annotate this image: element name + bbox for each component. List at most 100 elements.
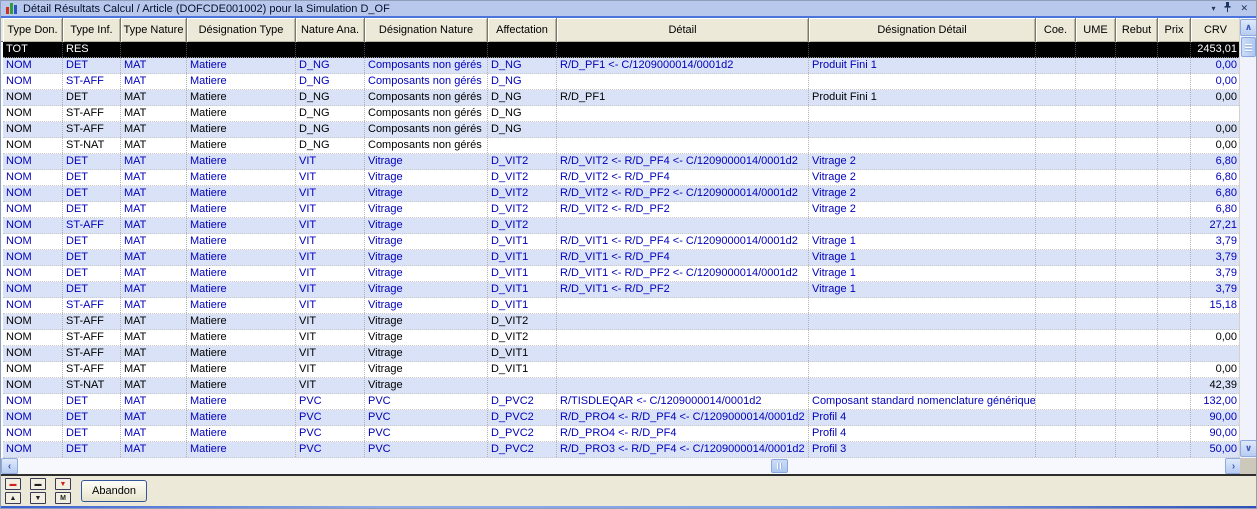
column-header-d-signation-nature[interactable]: Désignation Nature bbox=[365, 18, 488, 42]
scroll-down-icon[interactable]: ∨ bbox=[1240, 440, 1257, 457]
horizontal-scrollbar[interactable]: ‹ › bbox=[1, 458, 1242, 474]
table-cell bbox=[1076, 74, 1116, 89]
table-row[interactable]: NOMDETMATMatiereVITVitrageD_VIT1R/D_VIT1… bbox=[3, 250, 1241, 266]
table-row[interactable]: NOMDETMATMatiereVITVitrageD_VIT2R/D_VIT2… bbox=[3, 202, 1241, 218]
nav-red-bar-button[interactable]: ▬ bbox=[5, 478, 21, 490]
table-row[interactable]: NOMST-AFFMATMatiereVITVitrageD_VIT10,00 bbox=[3, 362, 1241, 378]
column-header-nature-ana[interactable]: Nature Ana. bbox=[296, 18, 365, 42]
table-cell bbox=[1158, 266, 1191, 281]
nav-red-down-button[interactable]: ▼ bbox=[55, 478, 71, 490]
column-header-d-tail[interactable]: Détail bbox=[557, 18, 809, 42]
table-cell: Vitrage bbox=[365, 154, 488, 169]
vertical-scroll-thumb[interactable] bbox=[1241, 37, 1256, 57]
table-cell: D_VIT2 bbox=[488, 218, 557, 233]
chevron-down-icon[interactable]: ▾ bbox=[1211, 4, 1215, 13]
table-cell: 42,39 bbox=[1191, 378, 1241, 393]
table-row[interactable]: NOMDETMATMatiereVITVitrageD_VIT1R/D_VIT1… bbox=[3, 234, 1241, 250]
table-cell: Composants non gérés bbox=[365, 90, 488, 105]
table-cell: MAT bbox=[121, 154, 187, 169]
pin-icon[interactable] bbox=[1223, 2, 1232, 15]
column-header-coe[interactable]: Coe. bbox=[1036, 18, 1076, 42]
table-cell: R/TISDLEQAR <- C/1209000014/0001d2 bbox=[557, 394, 809, 409]
table-row[interactable]: NOMST-AFFMATMatiereVITVitrageD_VIT20,00 bbox=[3, 330, 1241, 346]
table-cell: VIT bbox=[296, 170, 365, 185]
table-cell: D_PVC2 bbox=[488, 426, 557, 441]
table-row[interactable]: NOMDETMATMatierePVCPVCD_PVC2R/D_PRO3 <- … bbox=[3, 442, 1241, 458]
table-cell bbox=[1076, 378, 1116, 393]
table-cell: Vitrage 2 bbox=[809, 170, 1036, 185]
column-header-type-nature[interactable]: Type Nature bbox=[121, 18, 187, 42]
table-row[interactable]: NOMST-AFFMATMatiereVITVitrageD_VIT1 bbox=[3, 346, 1241, 362]
table-cell: MAT bbox=[121, 314, 187, 329]
column-header-rebut[interactable]: Rebut bbox=[1116, 18, 1158, 42]
table-cell: PVC bbox=[365, 442, 488, 457]
table-cell: ST-AFF bbox=[63, 106, 121, 121]
table-cell: NOM bbox=[3, 138, 63, 153]
table-row[interactable]: NOMST-NATMATMatiereD_NGComposants non gé… bbox=[3, 138, 1241, 154]
table-cell: ST-AFF bbox=[63, 330, 121, 345]
table-cell: DET bbox=[63, 410, 121, 425]
scroll-up-icon[interactable]: ∧ bbox=[1240, 19, 1257, 36]
table-row[interactable]: NOMST-AFFMATMatiereD_NGComposants non gé… bbox=[3, 74, 1241, 90]
table-cell: DET bbox=[63, 426, 121, 441]
nav-m-button[interactable]: M bbox=[55, 492, 71, 504]
table-cell bbox=[1076, 170, 1116, 185]
table-row[interactable]: NOMST-AFFMATMatiereVITVitrageD_VIT115,18 bbox=[3, 298, 1241, 314]
table-row[interactable]: NOMDETMATMatiereD_NGComposants non gérés… bbox=[3, 58, 1241, 74]
column-header-crv[interactable]: CRV bbox=[1191, 18, 1241, 42]
column-header-type-inf[interactable]: Type Inf. bbox=[63, 18, 121, 42]
table-row[interactable]: NOMDETMATMatiereVITVitrageD_VIT2R/D_VIT2… bbox=[3, 186, 1241, 202]
table-cell: Matiere bbox=[187, 58, 296, 73]
vertical-scrollbar[interactable]: ∧ ∨ bbox=[1239, 18, 1256, 458]
table-cell: DET bbox=[63, 90, 121, 105]
table-cell: MAT bbox=[121, 218, 187, 233]
nav-up-icon: ▲ bbox=[10, 495, 17, 502]
nav-down-button[interactable]: ▼ bbox=[30, 492, 46, 504]
table-row[interactable]: NOMDETMATMatiereVITVitrageD_VIT1R/D_VIT1… bbox=[3, 282, 1241, 298]
table-cell: 0,00 bbox=[1191, 58, 1241, 73]
close-icon[interactable]: ✕ bbox=[1240, 4, 1248, 13]
column-header-d-signation-d-tail[interactable]: Désignation Détail bbox=[809, 18, 1036, 42]
column-header-affectation[interactable]: Affectation bbox=[488, 18, 557, 42]
table-row[interactable]: NOMDETMATMatierePVCPVCD_PVC2R/D_PRO4 <- … bbox=[3, 410, 1241, 426]
table-row[interactable]: NOMST-NATMATMatiereVITVitrage42,39 bbox=[3, 378, 1241, 394]
nav-up-button[interactable]: ▲ bbox=[5, 492, 21, 504]
table-row[interactable]: NOMDETMATMatiereD_NGComposants non gérés… bbox=[3, 90, 1241, 106]
table-cell bbox=[1158, 426, 1191, 441]
table-cell: MAT bbox=[121, 442, 187, 457]
table-cell bbox=[1036, 218, 1076, 233]
table-row-selected[interactable]: TOTRES2453,01 bbox=[3, 42, 1241, 58]
table-row[interactable]: NOMDETMATMatierePVCPVCD_PVC2R/D_PRO4 <- … bbox=[3, 426, 1241, 442]
column-header-d-signation-type[interactable]: Désignation Type bbox=[187, 18, 296, 42]
scroll-left-icon[interactable]: ‹ bbox=[1, 458, 18, 474]
table-cell bbox=[809, 74, 1036, 89]
table-cell bbox=[1036, 202, 1076, 217]
abandon-button[interactable]: Abandon bbox=[81, 480, 147, 502]
column-header-ume[interactable]: UME bbox=[1076, 18, 1116, 42]
nav-black-bar-button[interactable]: ▬ bbox=[30, 478, 46, 490]
table-row[interactable]: NOMST-AFFMATMatiereVITVitrageD_VIT2 bbox=[3, 314, 1241, 330]
table-cell bbox=[1036, 266, 1076, 281]
table-cell: MAT bbox=[121, 170, 187, 185]
table-cell: TOT bbox=[3, 42, 63, 57]
table-cell bbox=[1116, 426, 1158, 441]
scrollbar-corner bbox=[1240, 458, 1256, 474]
table-cell bbox=[1036, 250, 1076, 265]
table-row[interactable]: NOMDETMATMatierePVCPVCD_PVC2R/TISDLEQAR … bbox=[3, 394, 1241, 410]
table-cell: R/D_VIT1 <- R/D_PF2 bbox=[557, 282, 809, 297]
column-header-prix[interactable]: Prix bbox=[1158, 18, 1191, 42]
table-row[interactable]: NOMDETMATMatiereVITVitrageD_VIT1R/D_VIT1… bbox=[3, 266, 1241, 282]
table-cell: NOM bbox=[3, 90, 63, 105]
table-cell: VIT bbox=[296, 330, 365, 345]
table-row[interactable]: NOMDETMATMatiereVITVitrageD_VIT2R/D_VIT2… bbox=[3, 154, 1241, 170]
table-row[interactable]: NOMDETMATMatiereVITVitrageD_VIT2R/D_VIT2… bbox=[3, 170, 1241, 186]
table-row[interactable]: NOMST-AFFMATMatiereD_NGComposants non gé… bbox=[3, 106, 1241, 122]
table-cell: PVC bbox=[365, 426, 488, 441]
table-row[interactable]: NOMST-AFFMATMatiereVITVitrageD_VIT227,21 bbox=[3, 218, 1241, 234]
horizontal-scroll-thumb[interactable] bbox=[771, 459, 788, 473]
column-header-type-don[interactable]: Type Don. bbox=[3, 18, 63, 42]
titlebar[interactable]: Détail Résultats Calcul / Article (DOFCD… bbox=[1, 1, 1256, 18]
table-row[interactable]: NOMST-AFFMATMatiereD_NGComposants non gé… bbox=[3, 122, 1241, 138]
table-cell: Vitrage bbox=[365, 202, 488, 217]
table-cell: MAT bbox=[121, 250, 187, 265]
